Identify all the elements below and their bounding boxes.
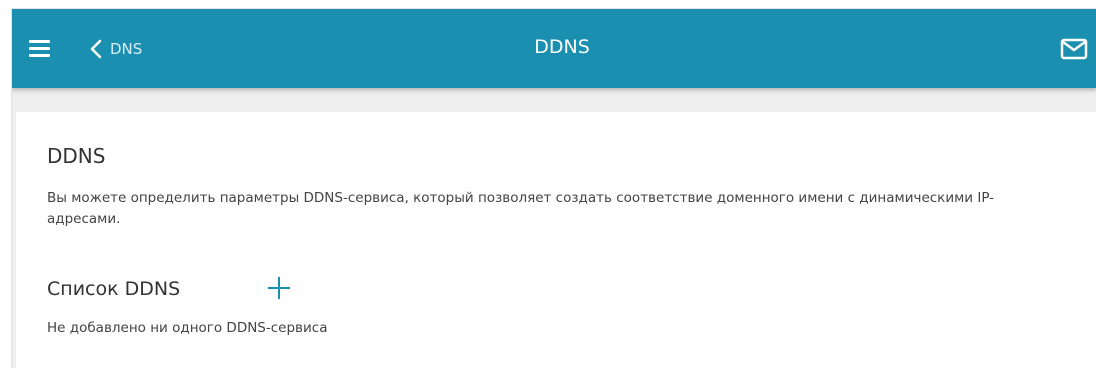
envelope-icon	[1060, 38, 1088, 60]
hamburger-menu-icon[interactable]	[26, 35, 54, 63]
add-ddns-button[interactable]	[266, 275, 292, 301]
page-title: DDNS	[534, 36, 590, 58]
ddns-list-title: Список DDNS	[47, 278, 181, 300]
top-bar: DNS DDNS	[12, 9, 1096, 88]
app-window: DNS DDNS DDNS Вы можете определить парам…	[11, 8, 1096, 368]
section-description: Вы можете определить параметры DDNS-серв…	[47, 190, 995, 227]
notifications-button[interactable]	[1059, 37, 1089, 61]
section-heading: DDNS	[47, 144, 106, 168]
chevron-left-icon	[90, 39, 102, 59]
empty-list-message: Не добавлено ни одного DDNS-сервиса	[47, 320, 328, 336]
back-label: DNS	[110, 40, 143, 58]
back-link[interactable]: DNS	[90, 37, 142, 61]
content-card: DDNS Вы можете определить параметры DDNS…	[16, 112, 1096, 368]
